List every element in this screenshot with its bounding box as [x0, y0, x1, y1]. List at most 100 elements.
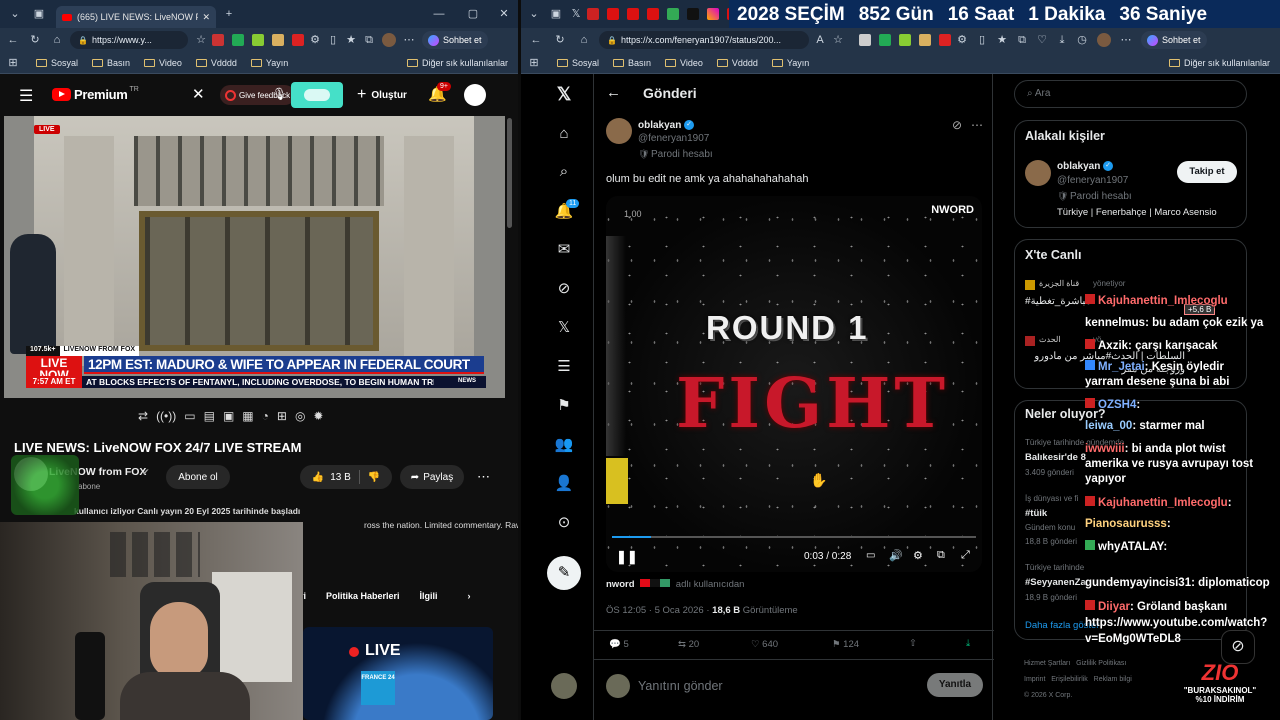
captions-icon[interactable]: ▭: [866, 550, 875, 561]
extension-pen-icon[interactable]: [292, 34, 304, 46]
fav-item[interactable]: Yayın: [771, 58, 809, 68]
shuffle-icon[interactable]: ⇄: [138, 409, 148, 423]
add-icon[interactable]: ⊞: [277, 409, 287, 423]
trend-name[interactable]: #tüik: [1025, 508, 1047, 519]
create-button[interactable]: + Oluştur: [350, 82, 414, 108]
profile-avatar[interactable]: [1097, 33, 1111, 47]
recommended-thumbnail[interactable]: LIVE FRANCE 24: [303, 627, 493, 720]
chip[interactable]: İlgili: [420, 591, 438, 601]
fav-item[interactable]: Basın: [92, 58, 130, 68]
x-logo-icon[interactable]: 𝕏: [554, 84, 574, 104]
author-name[interactable]: oblakyan: [638, 120, 681, 131]
grok-explain-icon[interactable]: ⊘: [952, 118, 962, 132]
footer-link[interactable]: Imprint: [1024, 676, 1045, 683]
pause-icon[interactable]: ❚❚: [616, 549, 638, 565]
follow-button[interactable]: Takip et: [1177, 161, 1237, 183]
clip-icon[interactable]: ▤: [204, 409, 215, 423]
video-progress-track[interactable]: [612, 536, 976, 538]
page-scrollbar[interactable]: [507, 118, 512, 228]
favorites-add-icon[interactable]: ⊞: [6, 56, 20, 70]
related-name[interactable]: oblakyan: [1057, 161, 1100, 172]
bookmark-button[interactable]: ⚑ 124: [832, 639, 859, 650]
favorites-icon[interactable]: ★: [344, 33, 358, 47]
extensions-icon[interactable]: ⚙: [308, 33, 322, 47]
home-icon[interactable]: ⌂: [50, 33, 64, 47]
history-icon[interactable]: ◷: [1075, 33, 1089, 47]
youtube-logo[interactable]: Premium TR: [52, 86, 139, 102]
menu-icon[interactable]: ☰: [19, 86, 33, 106]
other-favorites[interactable]: Diğer sık kullanılanlar: [1168, 58, 1270, 68]
favorites-icon[interactable]: ★: [995, 33, 1009, 47]
screenshot-icon[interactable]: ◎: [295, 409, 305, 423]
author-avatar[interactable]: [606, 118, 632, 144]
refresh-icon[interactable]: ↻: [28, 33, 42, 47]
retweet-button[interactable]: ⇆ 20: [678, 639, 699, 650]
like-button[interactable]: 👍 13 B: [312, 472, 351, 483]
account-avatar[interactable]: [464, 84, 486, 106]
address-bar[interactable]: 🔒 https://x.com/feneryan1907/status/200.…: [599, 31, 809, 49]
settings-icon[interactable]: ⚙: [913, 549, 923, 562]
fav-item[interactable]: Vdddd: [716, 58, 758, 68]
share-button[interactable]: ➦ Paylaş: [400, 465, 464, 489]
post-more-icon[interactable]: ⋯: [971, 118, 983, 132]
captions-icon[interactable]: ▭: [184, 409, 195, 423]
extensions-icon[interactable]: ⚙: [955, 33, 969, 47]
profile-avatar[interactable]: [382, 33, 396, 47]
subscribe-button[interactable]: Abone ol: [166, 465, 230, 489]
extension-lime-icon[interactable]: [252, 34, 264, 46]
thumbs-down-icon[interactable]: 👎: [368, 472, 380, 483]
tab-flag-icon[interactable]: [627, 8, 639, 20]
back-icon[interactable]: ←: [606, 84, 621, 101]
footer-link[interactable]: Hizmet Şartları: [1024, 660, 1070, 667]
more-actions-icon[interactable]: ⋯: [477, 469, 490, 485]
tab-flag-icon[interactable]: [607, 8, 619, 20]
maximize-icon[interactable]: ▢: [466, 7, 480, 21]
collections-icon[interactable]: ⧉: [1015, 33, 1029, 47]
extension-icon[interactable]: [899, 34, 911, 46]
reply-submit-button[interactable]: Yanıtla: [927, 673, 983, 697]
footer-link[interactable]: Gizlilik Politikası: [1076, 660, 1126, 667]
picture-icon[interactable]: ▣: [223, 409, 234, 423]
minimize-icon[interactable]: —: [432, 7, 446, 21]
favorites-add-icon[interactable]: ⊞: [527, 56, 541, 70]
share-icon[interactable]: ⇧: [909, 638, 917, 649]
split-screen-icon[interactable]: ▯: [975, 33, 989, 47]
trend-name[interactable]: #SeyyanenZa: [1025, 577, 1086, 588]
compose-post-button[interactable]: ✎: [547, 556, 581, 590]
fav-item[interactable]: Video: [144, 58, 182, 68]
search-box[interactable]: ⌕ Ara: [1014, 80, 1247, 108]
popout-icon[interactable]: ⧉: [937, 549, 945, 562]
split-screen-icon[interactable]: ▯: [326, 33, 340, 47]
video-player[interactable]: LIVE 107.5k+ LIVENOW FROM FOX LIVE NOW 1…: [4, 116, 505, 398]
read-aloud-icon[interactable]: A: [813, 33, 827, 47]
extension-icon[interactable]: [939, 34, 951, 46]
related-avatar[interactable]: [1025, 160, 1051, 186]
heart-icon[interactable]: ♡: [1035, 33, 1049, 47]
post-video[interactable]: 1.00 NWORD ROUND 1 FIGHT ✋ ❚❚ 0:03 / 0:2…: [606, 196, 982, 572]
live-item-text[interactable]: #مباشرة_تغطية: [1025, 296, 1091, 307]
home-icon[interactable]: ⌂: [554, 124, 574, 144]
collections-icon[interactable]: ⧉: [362, 33, 376, 47]
refresh-icon[interactable]: ↻: [553, 33, 567, 47]
profile-icon[interactable]: 👤: [554, 474, 574, 494]
reply-input[interactable]: Yanıtını gönder: [638, 679, 723, 693]
tab-x-icon[interactable]: [687, 8, 699, 20]
tab-flag-icon[interactable]: [647, 8, 659, 20]
credit-user[interactable]: nword: [606, 579, 635, 590]
trend-name[interactable]: Balıkesir'de 8: [1025, 452, 1086, 463]
workspaces-icon[interactable]: ▣: [32, 7, 46, 21]
fav-item[interactable]: Video: [665, 58, 703, 68]
chip[interactable]: Politika Haberleri: [326, 591, 400, 601]
chevron-right-icon[interactable]: ›: [468, 591, 471, 601]
favorite-star-icon[interactable]: ☆: [831, 33, 845, 47]
more-icon[interactable]: ⋯: [1119, 33, 1133, 47]
address-bar[interactable]: 🔒 https://www.y...: [70, 31, 188, 49]
back-icon[interactable]: ←: [529, 33, 543, 47]
search-icon[interactable]: ⌕: [554, 162, 574, 182]
close-window-icon[interactable]: ✕: [497, 7, 511, 21]
lists-icon[interactable]: ☰: [554, 357, 574, 377]
extension-green-icon[interactable]: [232, 34, 244, 46]
tab-red-icon[interactable]: [587, 8, 599, 20]
premium-x-icon[interactable]: 𝕏: [554, 318, 574, 338]
fav-item[interactable]: Vdddd: [195, 58, 237, 68]
